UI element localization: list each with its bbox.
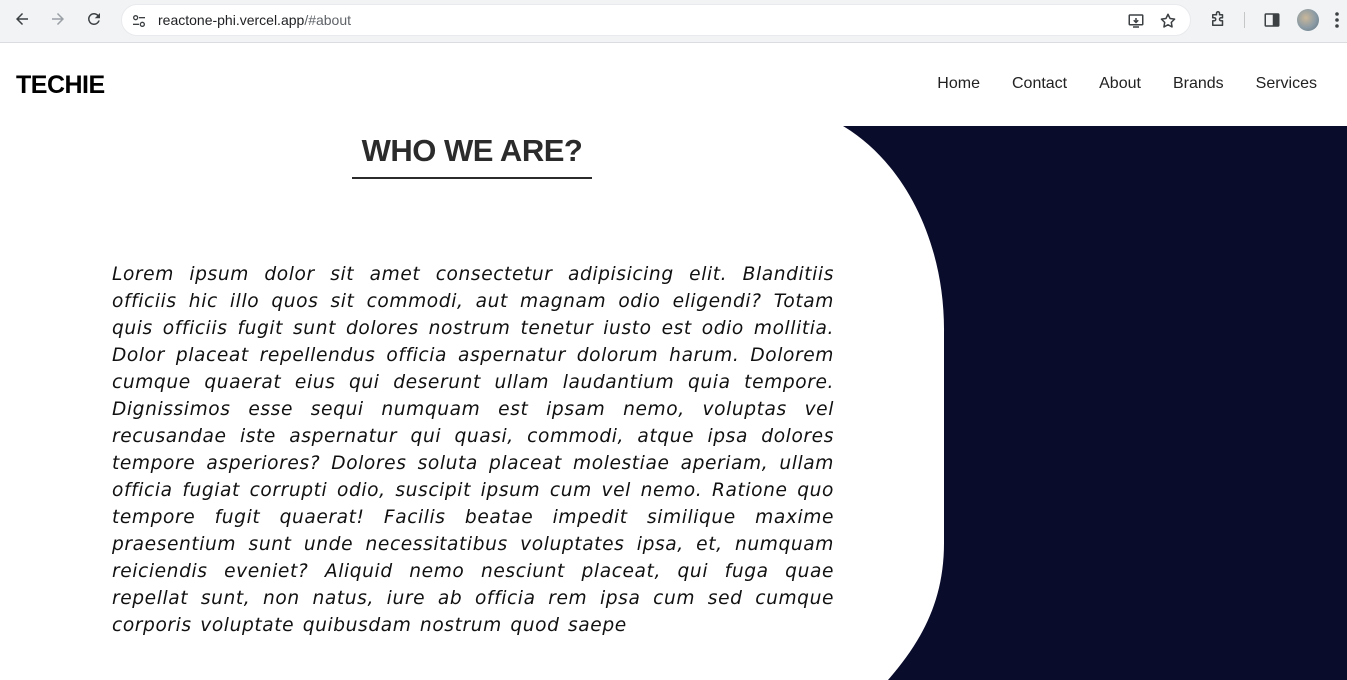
section-heading: WHO WE ARE? bbox=[361, 133, 583, 168]
more-menu-icon[interactable] bbox=[1330, 8, 1344, 32]
nav-link-brands[interactable]: Brands bbox=[1173, 75, 1224, 93]
install-app-icon[interactable] bbox=[1125, 10, 1147, 32]
url-host: reactone-phi.vercel.app bbox=[158, 12, 305, 28]
site-navbar: TECHIE Home Contact About Brands Service… bbox=[0, 43, 1347, 126]
toolbar-separator bbox=[1244, 12, 1245, 28]
reload-icon[interactable] bbox=[82, 7, 106, 31]
extensions-icon[interactable] bbox=[1206, 8, 1230, 32]
nav-link-contact[interactable]: Contact bbox=[1012, 75, 1067, 93]
side-panel-icon[interactable] bbox=[1260, 8, 1284, 32]
url-path: /#about bbox=[304, 12, 352, 28]
address-url: reactone-phi.vercel.app/#about bbox=[158, 12, 351, 28]
page-viewport: TECHIE Home Contact About Brands Service… bbox=[0, 43, 1347, 680]
heading-underline bbox=[352, 177, 592, 179]
forward-arrow-icon[interactable] bbox=[46, 7, 70, 31]
bookmark-star-icon[interactable] bbox=[1157, 10, 1179, 32]
nav-menu: Home Contact About Brands Services bbox=[937, 75, 1317, 93]
about-paragraph: Lorem ipsum dolor sit amet consectetur a… bbox=[112, 264, 834, 636]
nav-link-services[interactable]: Services bbox=[1256, 75, 1317, 93]
site-settings-icon[interactable] bbox=[128, 10, 150, 32]
brand-logo[interactable]: TECHIE bbox=[16, 71, 105, 100]
profile-avatar[interactable] bbox=[1297, 9, 1319, 31]
address-bar[interactable]: reactone-phi.vercel.app/#about bbox=[121, 4, 1191, 36]
browser-toolbar: reactone-phi.vercel.app/#about bbox=[0, 0, 1347, 43]
nav-link-about[interactable]: About bbox=[1099, 75, 1141, 93]
back-arrow-icon[interactable] bbox=[10, 7, 34, 31]
nav-link-home[interactable]: Home bbox=[937, 75, 980, 93]
